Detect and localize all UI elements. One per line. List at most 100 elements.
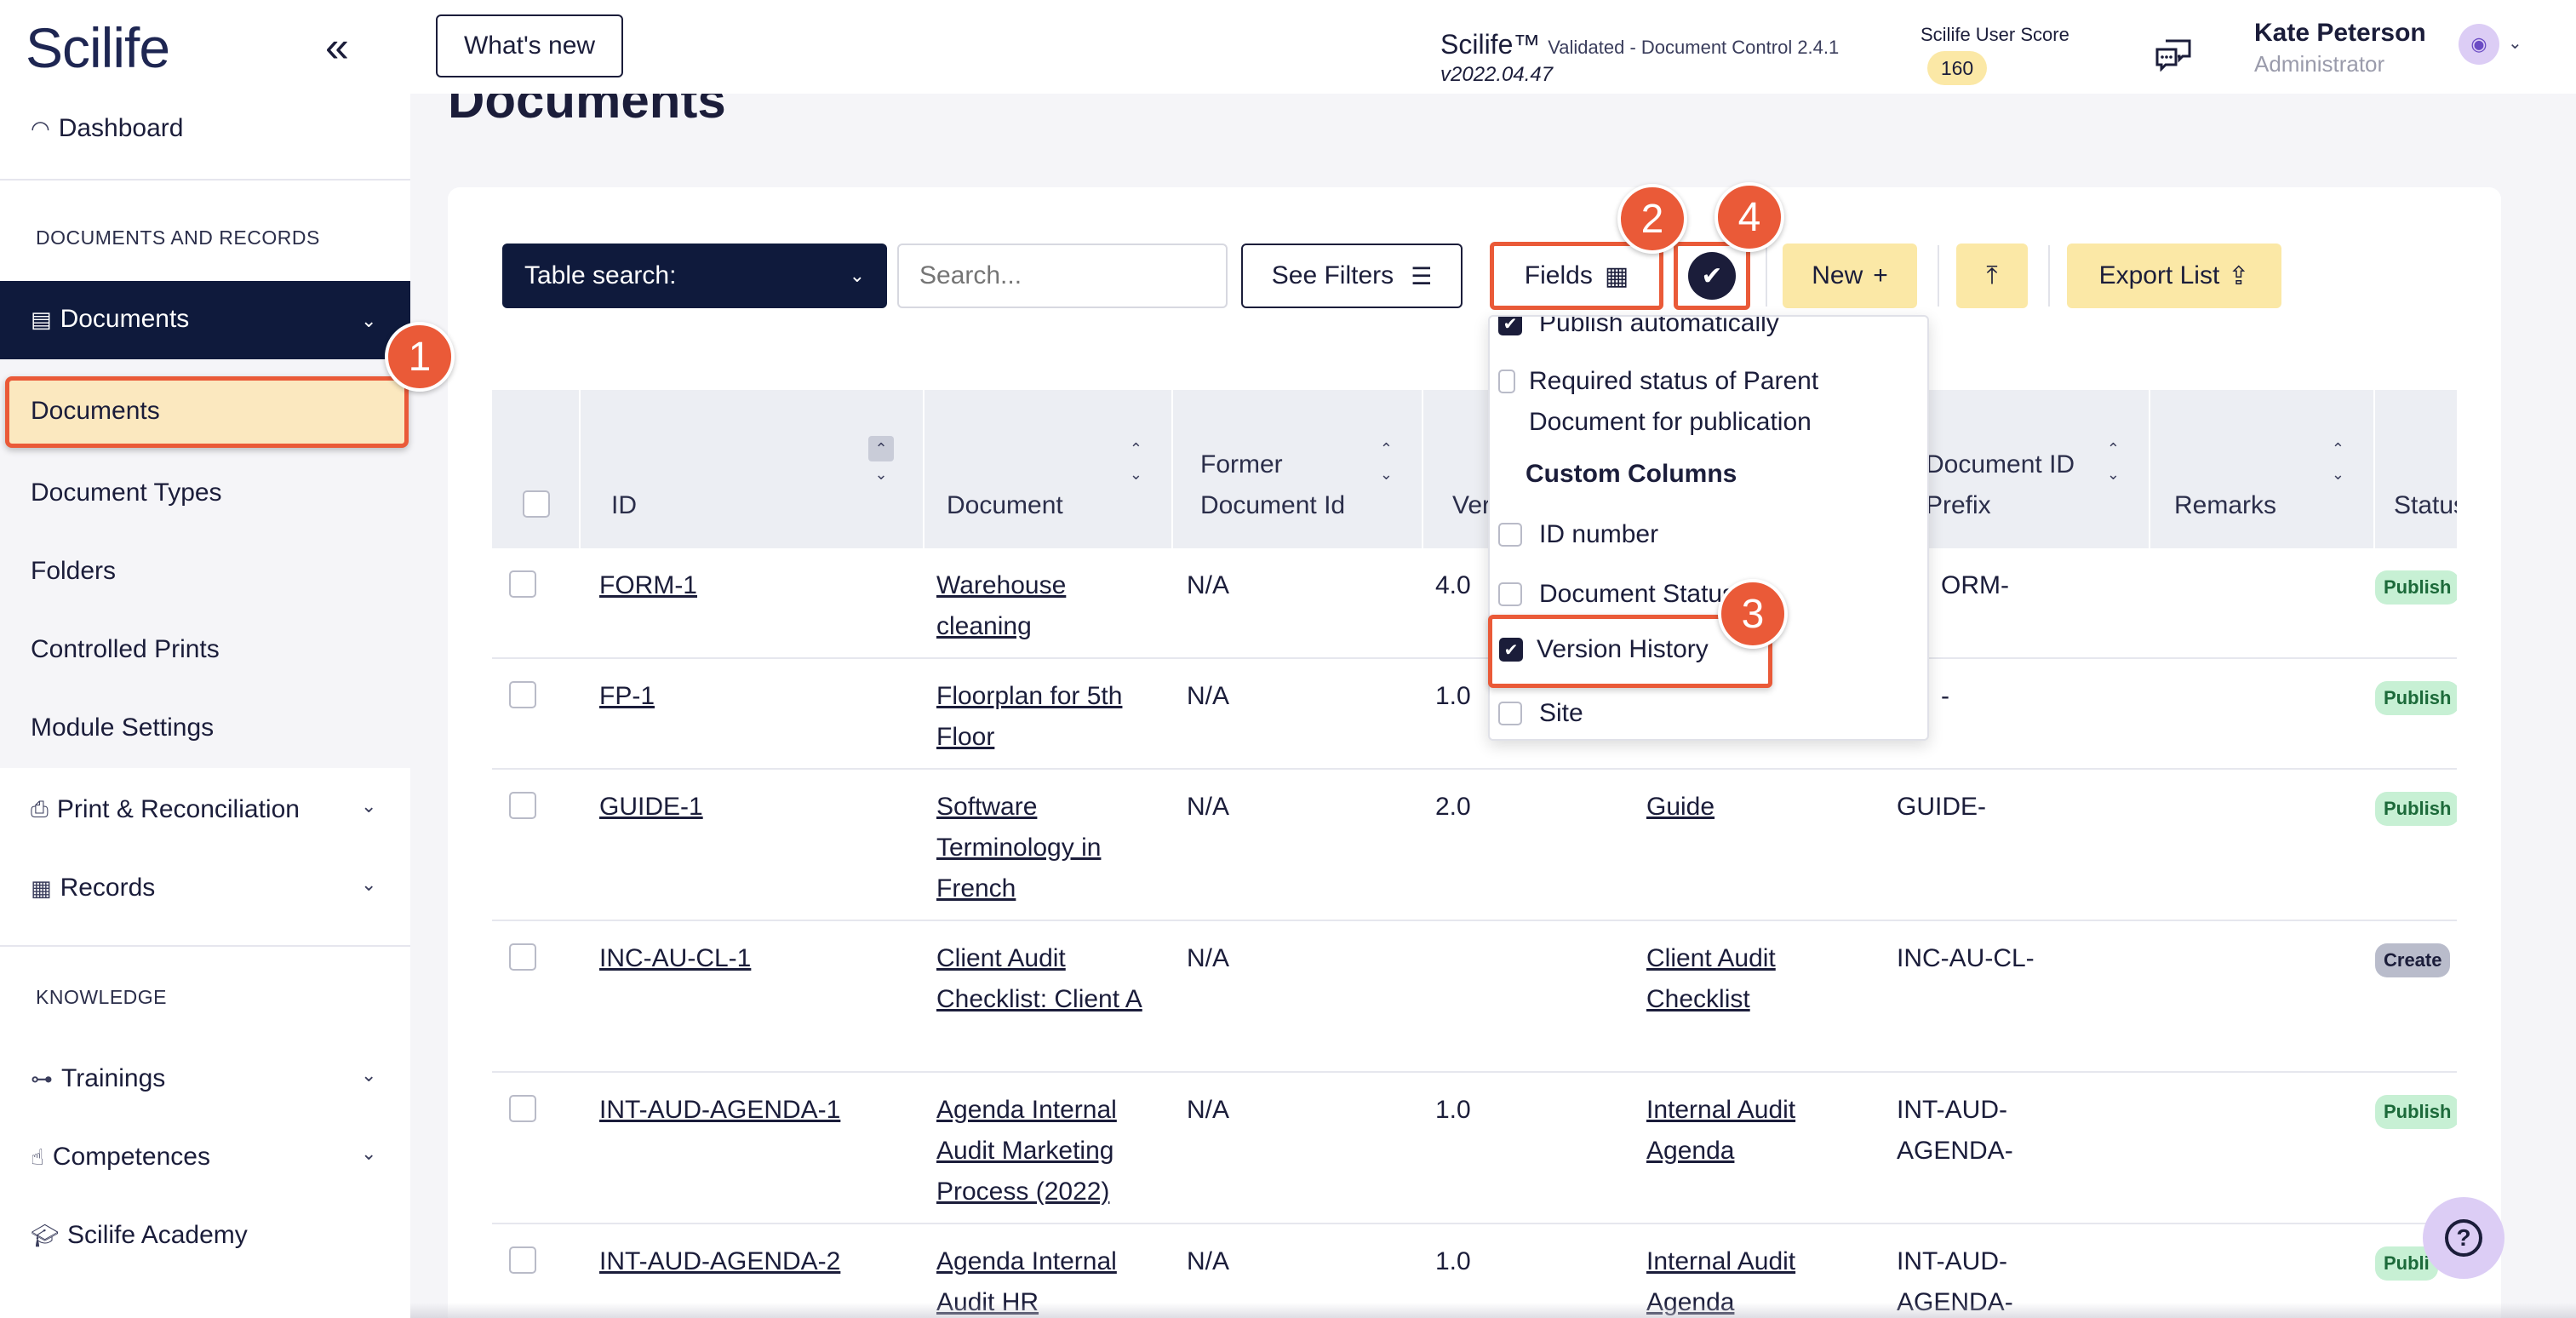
chevron-down-icon[interactable]: ⌄ [361,1143,376,1165]
sidebar-subitem-folders[interactable]: Folders [31,557,116,586]
version-history-checkbox[interactable]: ✔ [1499,638,1523,662]
status-badge: Publish [2375,681,2457,715]
document-name-link[interactable]: Warehouse cleaning [936,565,1149,647]
document-status-checkbox[interactable] [1498,582,1522,606]
step-badge-2: 2 [1617,184,1687,254]
sort-icon[interactable]: ⌃ ⌄ [2107,436,2120,487]
row-checkbox[interactable] [509,570,536,598]
id-number-checkbox[interactable] [1498,523,1522,547]
document-name-link[interactable]: Floorplan for 5th Floor [936,676,1166,758]
document-id-link[interactable]: INT-AUD-AGENDA-1 [599,1090,840,1131]
table-search-select[interactable]: Table search: ⌄ [502,244,887,308]
header-id[interactable]: ID ⌃ ⌄ [581,390,924,548]
publish-automatically-label[interactable]: Publish automatically [1539,317,1779,344]
document-id-link[interactable]: FORM-1 [599,565,697,606]
sidebar-subitem-controlled-prints[interactable]: Controlled Prints [31,635,220,664]
header-document[interactable]: Document ⌃ ⌄ [924,390,1173,548]
upload-button[interactable]: ⤒ [1956,244,2028,308]
chevron-down-icon[interactable]: ⌄ [361,1064,376,1086]
fields-button[interactable]: Fields ▦ [1490,242,1663,310]
document-type-link[interactable]: Guide [1646,787,1714,828]
chevron-down-icon[interactable]: ⌄ [361,795,376,817]
header-document-id-prefix[interactable]: Document ID Prefix ⌃ ⌄ [1926,390,2150,548]
step-badge-4: 4 [1714,182,1784,252]
user-name[interactable]: Kate Peterson [2254,19,2426,48]
sidebar-item-trainings[interactable]: ⊶ Trainings [31,1064,165,1093]
sort-icon[interactable]: ⌃ ⌄ [1130,436,1142,487]
avatar[interactable]: ◉ [2459,24,2499,65]
chevrons-left-icon[interactable]: « [325,22,349,72]
product-title: Scilife™ Validated - Document Control 2.… [1440,29,1840,60]
id-number-label[interactable]: ID number [1539,514,1658,555]
sort-icon[interactable]: ⌃ ⌄ [868,436,894,487]
toolbar-separator [1766,245,1767,307]
sidebar-subitem-documents[interactable]: Documents [31,397,160,426]
scilife-logo[interactable]: Scilife [26,15,170,80]
product-subtitle: Validated - Document Control 2.4.1 [1548,37,1840,58]
chevron-down-icon[interactable]: ⌄ [361,874,376,896]
header-status[interactable]: Status [2375,390,2457,548]
document-id-link[interactable]: FP-1 [599,676,655,717]
sidebar-item-scilife-academy[interactable]: 🎓︎ Scilife Academy [31,1221,248,1250]
row-checkbox[interactable] [509,792,536,819]
sidebar-item-dashboard[interactable]: ◠ Dashboard [31,114,183,143]
row-checkbox[interactable] [509,1095,536,1122]
chevron-down-icon[interactable]: ⌄ [2508,32,2522,54]
help-button[interactable]: ? [2423,1197,2504,1279]
sidebar-item-print-reconciliation[interactable]: ⎙ Print & Reconciliation [31,795,300,824]
table-row[interactable]: FORM-1 Warehouse cleaning N/A 4.0 ORM- P… [492,548,2457,659]
product-version: v2022.04.47 [1440,63,1554,86]
site-label[interactable]: Site [1539,693,1583,734]
version: 1.0 [1435,1247,1471,1275]
sidebar-item-competences[interactable]: ☝ Competences [31,1143,210,1172]
new-button[interactable]: New + [1783,244,1917,308]
document-id-link[interactable]: GUIDE-1 [599,787,703,828]
required-status-label[interactable]: Required status of Parent Document for p… [1529,361,1903,443]
search-input[interactable] [897,244,1228,308]
sort-icon[interactable]: ⌃ ⌄ [1380,436,1393,487]
id-prefix: - [1941,682,1949,710]
id-prefix: INT-AUD-AGENDA- [1897,1096,2013,1165]
custom-columns-header: Custom Columns [1526,460,1737,488]
sidebar-subitem-document-types[interactable]: Document Types [31,478,222,507]
see-filters-button[interactable]: See Filters ☰ [1241,244,1463,308]
document-id-link[interactable]: INC-AU-CL-1 [599,938,751,979]
toolbar-separator [1938,245,1939,307]
row-checkbox[interactable] [509,1246,536,1274]
select-all-checkbox[interactable] [523,490,550,518]
whats-new-button[interactable]: What's new [436,14,623,77]
document-type-link[interactable]: Internal Audit Agenda [1646,1090,1834,1172]
printer-icon: ⎙ [31,796,49,822]
sort-icon[interactable]: ⌃ ⌄ [2332,436,2344,487]
document-name-link[interactable]: Client Audit Checklist: Client A [936,938,1158,1020]
row-checkbox[interactable] [509,681,536,708]
dumbbell-icon: ⊶ [31,1065,53,1092]
former-id: N/A [1187,682,1230,710]
required-status-checkbox[interactable] [1498,370,1515,393]
gauge-icon: ◠ [31,115,50,141]
status-badge: Publish [2375,792,2457,826]
chevron-down-icon: ⌄ [361,310,377,331]
site-checkbox[interactable] [1498,702,1522,725]
export-list-button[interactable]: Export List ⇪ [2067,244,2281,308]
sidebar-item-records[interactable]: ▦ Records [31,874,155,903]
document-status-label[interactable]: Document Status [1539,574,1735,615]
version-history-label[interactable]: Version History [1537,629,1709,670]
header-remarks[interactable]: Remarks ⌃ ⌄ [2150,390,2375,548]
document-name-link[interactable]: Agenda Internal Audit Marketing Process … [936,1090,1158,1212]
table-row[interactable]: GUIDE-1 Software Terminology in French N… [492,770,2457,921]
document-name-link[interactable]: Software Terminology in French [936,787,1141,909]
header-former-document-id[interactable]: Former Document Id ⌃ ⌄ [1173,390,1423,548]
document-type-link[interactable]: Client Audit Checklist [1646,938,1834,1020]
sidebar-subitem-module-settings[interactable]: Module Settings [31,713,214,742]
document-id-link[interactable]: INT-AUD-AGENDA-2 [599,1241,840,1282]
sidebar-item-documents-group[interactable]: ▤ Documents ⌄ [0,281,410,359]
publish-automatically-checkbox[interactable]: ✔ [1498,317,1522,335]
table-row[interactable]: FP-1 Floorplan for 5th Floor N/A 1.0 - P… [492,659,2457,770]
row-checkbox[interactable] [509,943,536,971]
apply-fields-button[interactable]: ✔ [1674,242,1750,310]
checkmark-icon: ✔ [1688,252,1736,300]
table-row[interactable]: INT-AUD-AGENDA-1 Agenda Internal Audit M… [492,1073,2457,1224]
table-row[interactable]: INC-AU-CL-1 Client Audit Checklist: Clie… [492,921,2457,1073]
chat-icon[interactable] [2154,37,2193,72]
